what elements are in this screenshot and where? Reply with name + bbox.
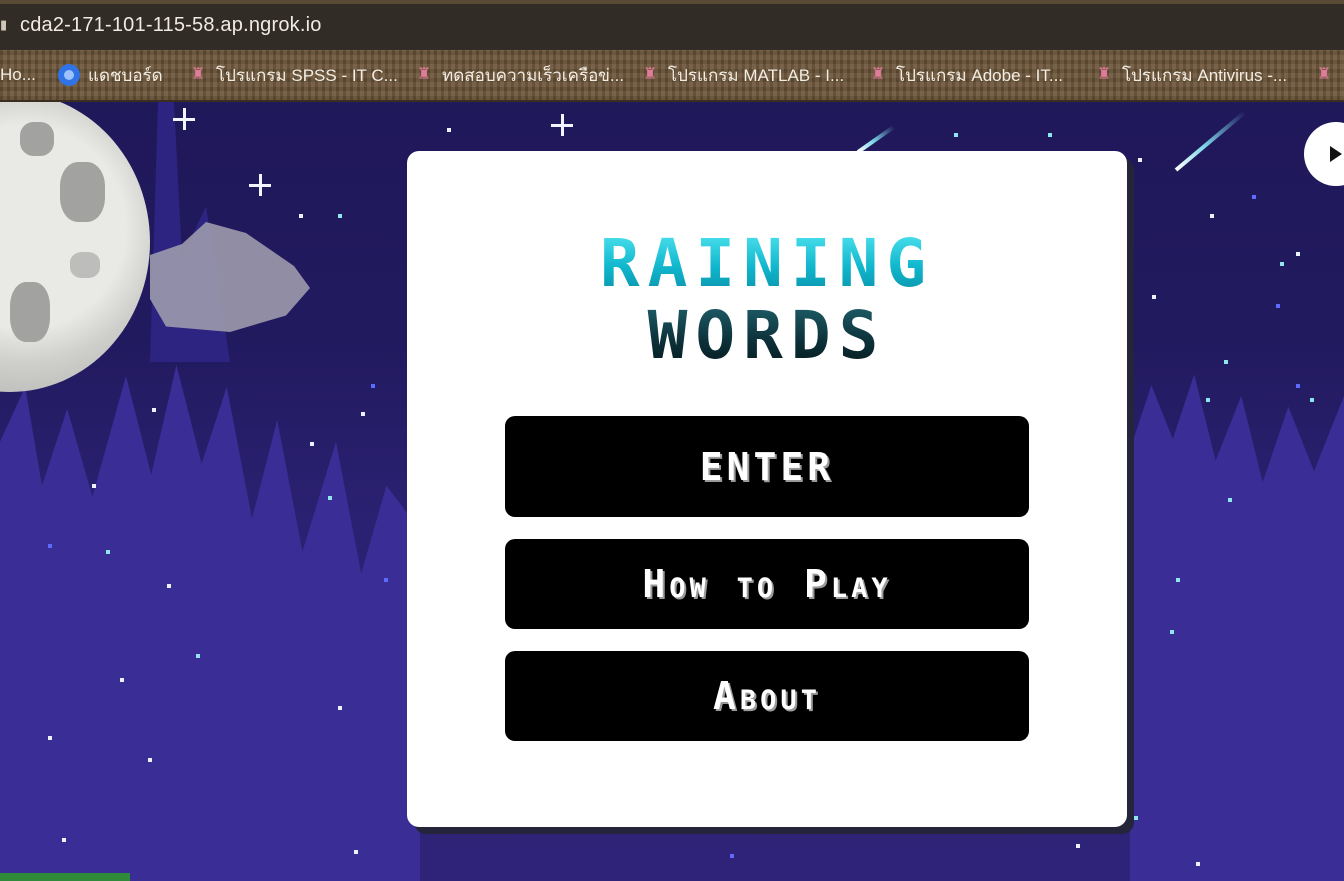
star xyxy=(1138,158,1142,162)
bookmark-label: โปรแกรม Antivirus -... xyxy=(1122,65,1288,85)
shield-icon: ♜ xyxy=(1096,66,1112,83)
sparkle-star xyxy=(551,114,573,136)
url-text[interactable]: cda2-171-101-115-58.ap.ngrok.io xyxy=(20,14,322,37)
about-button[interactable]: About xyxy=(505,651,1029,741)
shooting-star xyxy=(1174,110,1247,172)
bookmark-dashboard[interactable]: แดชบอร์ด xyxy=(58,62,163,88)
star xyxy=(1170,630,1174,634)
sparkle-star xyxy=(249,174,271,196)
star xyxy=(310,442,314,446)
star xyxy=(338,706,342,710)
star xyxy=(48,736,52,740)
bookmark-speedtest[interactable]: ♜ ทดสอบความเร็วเครือข่... xyxy=(414,62,624,88)
star xyxy=(1276,304,1280,308)
shield-icon: ♜ xyxy=(416,66,432,83)
star xyxy=(1296,384,1300,388)
star xyxy=(1224,360,1228,364)
star xyxy=(1152,295,1156,299)
star xyxy=(1196,862,1200,866)
star xyxy=(384,578,388,582)
moon-crater xyxy=(10,282,50,342)
bookmark-label: โปรแกรม Adobe - IT... xyxy=(896,65,1064,85)
star xyxy=(338,214,342,218)
bookmark-label: โปรแกรม MATLAB - I... xyxy=(668,65,845,85)
star xyxy=(299,214,303,218)
star xyxy=(62,838,66,842)
bookmark-home[interactable]: Ho... xyxy=(0,62,36,88)
star xyxy=(106,550,110,554)
dashboard-icon xyxy=(58,64,80,86)
star xyxy=(1048,133,1052,137)
shield-icon: ♜ xyxy=(642,66,658,83)
shield-icon: ♜ xyxy=(190,66,206,83)
star xyxy=(1176,578,1180,582)
bookmark-label: โปรแกรม SPSS - IT C... xyxy=(216,65,398,85)
mountain xyxy=(1130,374,1344,881)
star xyxy=(120,678,124,682)
star xyxy=(730,854,734,858)
bookmark-antivirus[interactable]: ♜ โปรแกรม Antivirus -... xyxy=(1094,62,1287,88)
bookmark-spss[interactable]: ♜ โปรแกรม SPSS - IT C... xyxy=(188,62,398,88)
star xyxy=(1134,816,1138,820)
moon-crater xyxy=(20,122,54,156)
bookmark-label: แดชบอร์ด xyxy=(88,65,163,85)
bookmark-label: Ho... xyxy=(0,65,36,84)
play-icon xyxy=(1330,146,1342,162)
star xyxy=(48,544,52,548)
game-title-line1: Raining xyxy=(407,231,1127,297)
star xyxy=(328,496,332,500)
star xyxy=(371,384,375,388)
bookmark-more[interactable]: ♜ xyxy=(1314,62,1334,88)
star xyxy=(92,484,96,488)
mountain xyxy=(0,364,420,881)
star xyxy=(361,412,365,416)
moon-crater xyxy=(70,252,100,278)
game-title-line2: Words xyxy=(407,303,1127,369)
bookmarks-bar: Ho... แดชบอร์ด ♜ โปรแกรม SPSS - IT C... … xyxy=(0,50,1344,102)
bookmark-matlab[interactable]: ♜ โปรแกรม MATLAB - I... xyxy=(640,62,844,88)
ground-grass xyxy=(0,873,130,881)
star xyxy=(152,408,156,412)
shield-icon: ♜ xyxy=(870,66,886,83)
address-bar[interactable]: ▮ cda2-171-101-115-58.ap.ngrok.io xyxy=(0,0,1344,50)
star xyxy=(1252,195,1256,199)
star xyxy=(1206,398,1210,402)
star xyxy=(1228,498,1232,502)
shooting-star xyxy=(856,125,896,154)
sparkle-star xyxy=(173,108,195,130)
site-info-icon[interactable]: ▮ xyxy=(0,18,6,34)
star xyxy=(447,128,451,132)
bookmark-adobe[interactable]: ♜ โปรแกรม Adobe - IT... xyxy=(868,62,1063,88)
star xyxy=(1280,262,1284,266)
star xyxy=(196,654,200,658)
how-to-play-button[interactable]: How to Play xyxy=(505,539,1029,629)
star xyxy=(354,850,358,854)
moon xyxy=(0,102,150,392)
star xyxy=(1210,214,1214,218)
shield-icon: ♜ xyxy=(1316,66,1332,83)
star xyxy=(954,133,958,137)
bookmark-label: ทดสอบความเร็วเครือข่... xyxy=(442,65,625,85)
star xyxy=(148,758,152,762)
main-menu-card: Raining Words Enter How to Play About xyxy=(407,151,1127,827)
enter-button[interactable]: Enter xyxy=(505,416,1029,517)
star xyxy=(1296,252,1300,256)
star xyxy=(167,584,171,588)
star xyxy=(1310,398,1314,402)
moon-crater xyxy=(60,162,105,222)
star xyxy=(1076,844,1080,848)
